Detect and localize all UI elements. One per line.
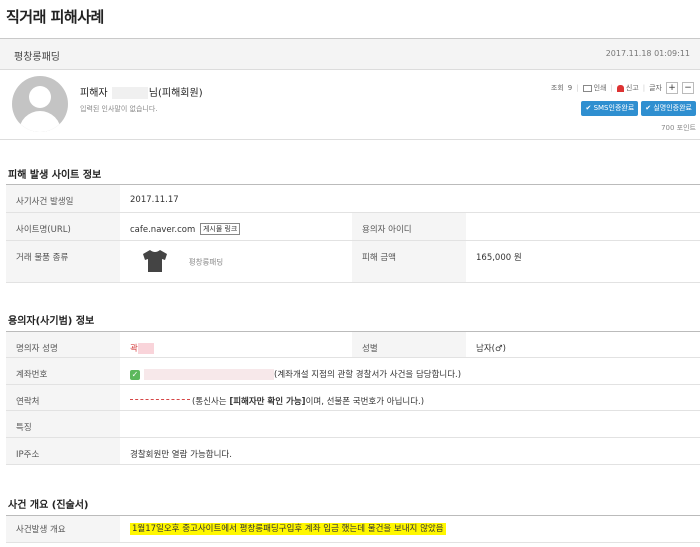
- holder-name-label: 명의자 성명: [6, 331, 120, 358]
- gender-label: 성별: [352, 331, 466, 358]
- print-icon: [582, 84, 592, 92]
- statement-section-title: 사건 개요 (진술서): [8, 500, 89, 511]
- summary-cell: 1월17일오후 중고사이트에서 평창롱패딩구입후 계좌 입금 했는데 물건을 보…: [120, 515, 700, 543]
- post-subject: 평창롱패딩: [14, 52, 60, 63]
- holder-name-cell: 곽: [120, 331, 352, 358]
- feature-value: [120, 410, 700, 438]
- account-number-mask: [144, 369, 274, 380]
- shirt-icon: [143, 250, 167, 272]
- siren-icon: [616, 84, 624, 92]
- site-url-cell: cafe.naver.com 게시물 링크: [120, 212, 352, 241]
- ip-value: 경찰회원만 열람 가능합니다.: [120, 437, 700, 465]
- statement-table: 사건발생 개요 1월17일오후 중고사이트에서 평창롱패딩구입후 계좌 입금 했…: [6, 515, 700, 543]
- author-prefix: 피해자: [80, 88, 108, 99]
- report-button[interactable]: 신고: [616, 83, 639, 93]
- meta-divider: |: [610, 84, 613, 92]
- item-type-label: 거래 물품 종류: [6, 240, 120, 283]
- item-name: 평창롱패딩: [188, 257, 224, 267]
- meta-divider: |: [642, 84, 646, 92]
- phone-number-mask: [130, 399, 190, 404]
- gender-value: 남자(♂): [466, 331, 700, 358]
- post-header: 평창롱패딩 2017.11.18 01:09:11: [0, 38, 700, 70]
- damage-amount-label: 피해 금액: [352, 240, 466, 283]
- table-row: 연락처 (통신사는 [피해자만 확인 가능]이며, 선불폰 국번호가 아닙니다.…: [6, 384, 700, 411]
- suspect-id-label: 용의자 아이디: [352, 212, 466, 241]
- author-intro: 입력된 인사말이 없습니다.: [80, 105, 158, 113]
- ip-label: IP주소: [6, 437, 120, 465]
- holder-name-mask: [137, 343, 154, 354]
- table-row: IP주소 경찰회원만 열람 가능합니다.: [6, 437, 700, 465]
- table-row: 거래 물품 종류 평창롱패딩 피해 금액 165,000 원: [6, 240, 700, 283]
- table-row: 사건발생 개요 1월17일오후 중고사이트에서 평창롱패딩구입후 계좌 입금 했…: [6, 515, 700, 543]
- avatar: [12, 76, 68, 132]
- incident-date-label: 사기사건 발생일: [6, 184, 120, 213]
- account-note: (계좌개설 지점의 관할 경찰서가 사건을 담당합니다.): [274, 370, 462, 380]
- avatar-body-icon: [19, 111, 61, 132]
- contact-label: 연락처: [6, 384, 120, 411]
- header-divider: [0, 139, 700, 140]
- views-count: 9: [567, 84, 573, 92]
- views-label: 조회: [550, 84, 564, 92]
- contact-note-bold: [피해자만 확인 가능]: [229, 397, 306, 407]
- post-link-button[interactable]: 게시물 링크: [199, 223, 241, 235]
- site-info-table: 사기사건 발생일 2017.11.17 사이트명(URL) cafe.naver…: [6, 184, 700, 283]
- author-name-mask: [111, 87, 148, 99]
- item-type-cell: 평창롱패딩: [120, 240, 352, 283]
- table-row: 사기사건 발생일 2017.11.17: [6, 184, 700, 213]
- print-button[interactable]: 인쇄: [582, 83, 607, 93]
- author-suffix: 님(피해회원): [148, 88, 203, 99]
- site-section-title: 피해 발생 사이트 정보: [8, 170, 102, 181]
- post-date: 2017.11.18 01:09:11: [605, 49, 690, 58]
- damage-amount-value: 165,000 원: [466, 240, 700, 283]
- meta-divider: |: [576, 84, 579, 92]
- site-url-label: 사이트명(URL): [6, 212, 120, 241]
- table-row: 명의자 성명 곽 성별 남자(♂): [6, 331, 700, 358]
- suspect-info-table: 명의자 성명 곽 성별 남자(♂) 계좌번호 ✓ (계좌개설 지점의 관할 경찰서…: [6, 331, 700, 465]
- summary-label: 사건발생 개요: [6, 515, 120, 543]
- realname-verified-badge: ✔ 실명인증완료: [641, 101, 696, 116]
- verification-badges: ✔ SMS인증완료 ✔ 실명인증완료: [581, 101, 696, 116]
- avatar-head-icon: [29, 86, 51, 108]
- font-size-label: 글자: [649, 84, 662, 92]
- post-meta-bar: 조회 9 | 인쇄 | 신고 | 글자 + −: [551, 82, 694, 94]
- table-row: 특징: [6, 410, 700, 438]
- font-increase-button[interactable]: +: [666, 82, 678, 94]
- author-name[interactable]: 피해자 님(피해회원): [80, 84, 203, 99]
- summary-value: 1월17일오후 중고사이트에서 평창롱패딩구입후 계좌 입금 했는데 물건을 보…: [130, 523, 446, 535]
- holder-name-value: 곽: [130, 344, 138, 354]
- page-title: 직거래 피해사례: [6, 8, 104, 26]
- table-row: 계좌번호 ✓ (계좌개설 지점의 관할 경찰서가 사건을 담당합니다.): [6, 357, 700, 385]
- suspect-section-title: 용의자(사기범) 정보: [8, 316, 95, 327]
- author-points: 700 포인트: [661, 124, 696, 132]
- contact-cell: (통신사는 [피해자만 확인 가능]이며, 선불폰 국번호가 아닙니다.): [120, 384, 700, 411]
- table-row: 사이트명(URL) cafe.naver.com 게시물 링크 용의자 아이디: [6, 212, 700, 241]
- feature-label: 특징: [6, 410, 120, 438]
- sms-verified-badge: ✔ SMS인증완료: [581, 101, 639, 116]
- suspect-id-value: [466, 212, 700, 241]
- account-label: 계좌번호: [6, 357, 120, 385]
- font-decrease-button[interactable]: −: [682, 82, 694, 94]
- account-cell: ✓ (계좌개설 지점의 관할 경찰서가 사건을 담당합니다.): [120, 357, 700, 385]
- check-icon: ✓: [130, 369, 140, 380]
- site-url-value: cafe.naver.com: [130, 225, 196, 235]
- incident-date-value: 2017.11.17: [120, 184, 700, 213]
